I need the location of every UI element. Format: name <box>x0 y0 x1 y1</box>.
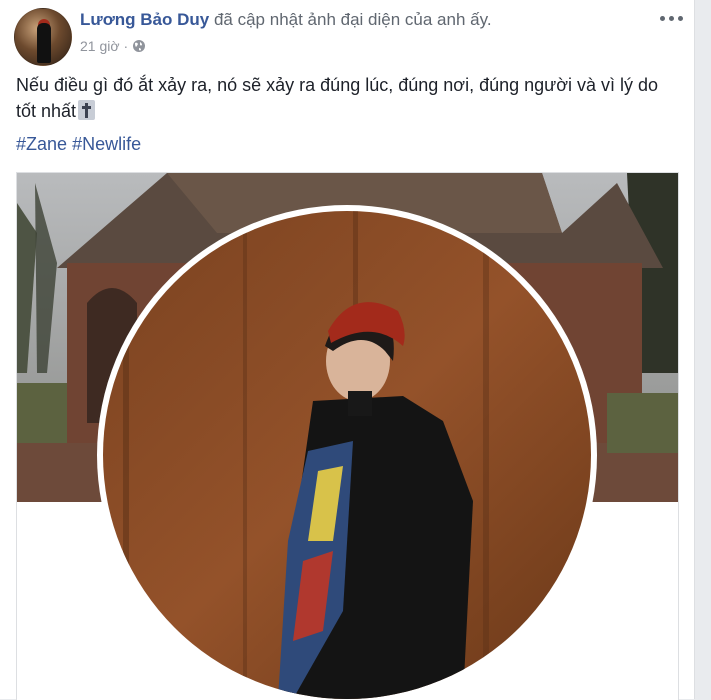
post-action-text: đã cập nhật ảnh đại diện của anh ấy. <box>213 10 492 29</box>
more-dot <box>668 15 674 21</box>
post-timestamp[interactable]: 21 giờ <box>80 38 120 54</box>
globe-icon[interactable] <box>132 39 146 53</box>
author-name-link[interactable]: Lương Bảo Duy <box>80 10 209 29</box>
profile-picture-update[interactable] <box>16 172 679 700</box>
post-header: Lương Bảo Duy đã cập nhật ảnh đại diện c… <box>80 10 492 30</box>
hashtag-link[interactable]: #Zane <box>16 134 67 154</box>
hashtag-link[interactable]: #Newlife <box>72 134 141 154</box>
more-dot <box>677 15 683 21</box>
hashtag-list: #Zane #Newlife <box>16 133 141 155</box>
profile-picture[interactable] <box>103 211 591 699</box>
post-message-text: Nếu điều gì đó ắt xảy ra, nó sẽ xảy ra đ… <box>16 75 659 121</box>
more-dot <box>659 15 665 21</box>
feed-post: Lương Bảo Duy đã cập nhật ảnh đại diện c… <box>0 0 695 700</box>
meta-separator: · <box>123 38 129 54</box>
more-options-button[interactable] <box>656 8 686 28</box>
author-avatar[interactable] <box>14 8 72 66</box>
latin-cross-emoji <box>78 100 96 120</box>
post-message: Nếu điều gì đó ắt xảy ra, nó sẽ xảy ra đ… <box>16 72 666 124</box>
avatar-figure <box>37 23 51 63</box>
post-meta: 21 giờ · <box>80 38 146 54</box>
